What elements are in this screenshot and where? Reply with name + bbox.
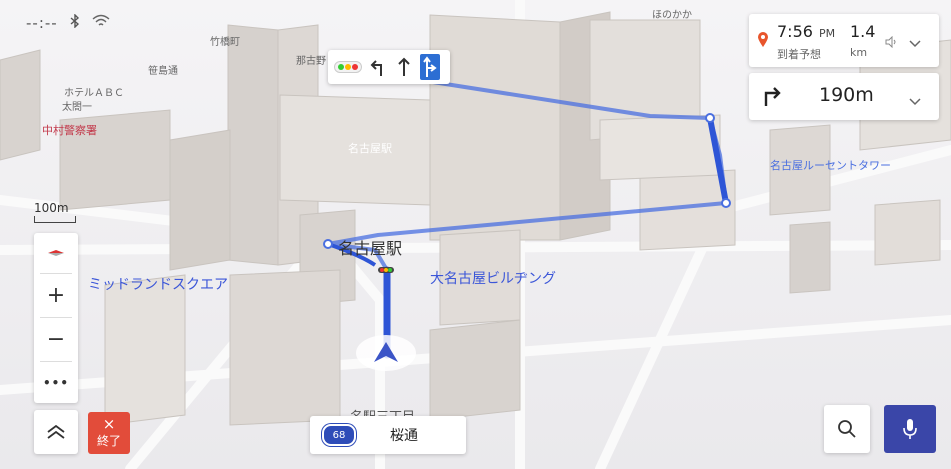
zoom-panel: + − ••• bbox=[34, 233, 78, 403]
end-navigation-label: 終了 bbox=[96, 434, 121, 448]
lane-right-straight-icon bbox=[420, 54, 440, 80]
chevron-down-icon[interactable] bbox=[909, 33, 921, 52]
next-turn-card[interactable]: 190m bbox=[749, 73, 939, 120]
expand-menu-button[interactable] bbox=[34, 410, 78, 454]
clock-placeholder: --:-- bbox=[26, 14, 58, 32]
label-midland-square: ミッドランドスクエア bbox=[88, 277, 228, 293]
eta-ampm: PM bbox=[819, 27, 836, 40]
destination-pin-icon bbox=[758, 32, 768, 47]
lane-left-straight-icon bbox=[368, 54, 388, 80]
route-number-shield: 68 bbox=[322, 424, 356, 446]
status-bar: --:-- bbox=[26, 13, 110, 32]
double-chevron-up-icon bbox=[47, 425, 65, 439]
label-taiko: 太閤一 bbox=[62, 102, 92, 113]
label-nakamura-police: 中村警察署 bbox=[42, 124, 97, 137]
scale-bar bbox=[34, 216, 76, 223]
microphone-icon bbox=[903, 419, 917, 439]
label-sasashima: 笹島通 bbox=[148, 66, 178, 77]
lane-straight-icon bbox=[394, 54, 414, 80]
search-icon bbox=[838, 420, 856, 438]
end-navigation-button[interactable]: × 終了 bbox=[88, 412, 130, 454]
waypoint-dot bbox=[323, 239, 333, 249]
compass-button[interactable] bbox=[34, 233, 78, 273]
label-lucent-tower: 名古屋ルーセントタワー bbox=[770, 159, 891, 172]
scale-label: 100m bbox=[34, 201, 69, 215]
label-street-top3: ほのかか bbox=[652, 10, 692, 21]
eta-card[interactable]: 7:56 PM 到着予想 1.4 km bbox=[749, 14, 939, 67]
map-scale: 100m bbox=[34, 201, 76, 223]
speaker-icon[interactable] bbox=[885, 33, 899, 52]
eta-time: 7:56 bbox=[777, 22, 813, 41]
chevron-down-icon[interactable] bbox=[909, 91, 921, 110]
waypoint-dot bbox=[705, 113, 715, 123]
remaining-distance: 1.4 bbox=[850, 22, 876, 41]
waypoint-dot bbox=[721, 198, 731, 208]
turn-right-icon bbox=[764, 87, 781, 106]
label-dai-nagoya-building: 大名古屋ビルヂング bbox=[430, 271, 556, 287]
eta-label: 到着予想 bbox=[777, 48, 821, 61]
bluetooth-icon bbox=[70, 13, 80, 32]
close-icon: × bbox=[102, 415, 116, 433]
label-nagoya-station: 名古屋駅 bbox=[338, 239, 403, 258]
more-options-button[interactable]: ••• bbox=[34, 363, 78, 403]
compass-icon bbox=[48, 250, 64, 256]
traffic-light-icon bbox=[334, 61, 362, 73]
remaining-distance-unit: km bbox=[850, 46, 868, 59]
zoom-out-button[interactable]: − bbox=[34, 319, 78, 359]
current-road-info: 68 桜通 bbox=[310, 416, 466, 454]
label-street-top2: 那古野 bbox=[296, 56, 326, 67]
voice-input-button[interactable] bbox=[884, 405, 936, 453]
label-hotel-abc: ホテルＡＢＣ bbox=[64, 88, 124, 99]
search-button[interactable] bbox=[824, 405, 870, 453]
zoom-in-button[interactable]: + bbox=[34, 275, 78, 315]
label-nagoya-station-small: 名古屋駅 bbox=[348, 142, 392, 155]
wifi-icon bbox=[92, 14, 110, 32]
map-canvas[interactable] bbox=[0, 0, 951, 469]
current-road-name: 桜通 bbox=[390, 428, 418, 444]
label-street-top1: 竹橋町 bbox=[210, 37, 240, 48]
lane-guidance bbox=[328, 50, 450, 84]
turn-distance: 190m bbox=[819, 84, 874, 106]
